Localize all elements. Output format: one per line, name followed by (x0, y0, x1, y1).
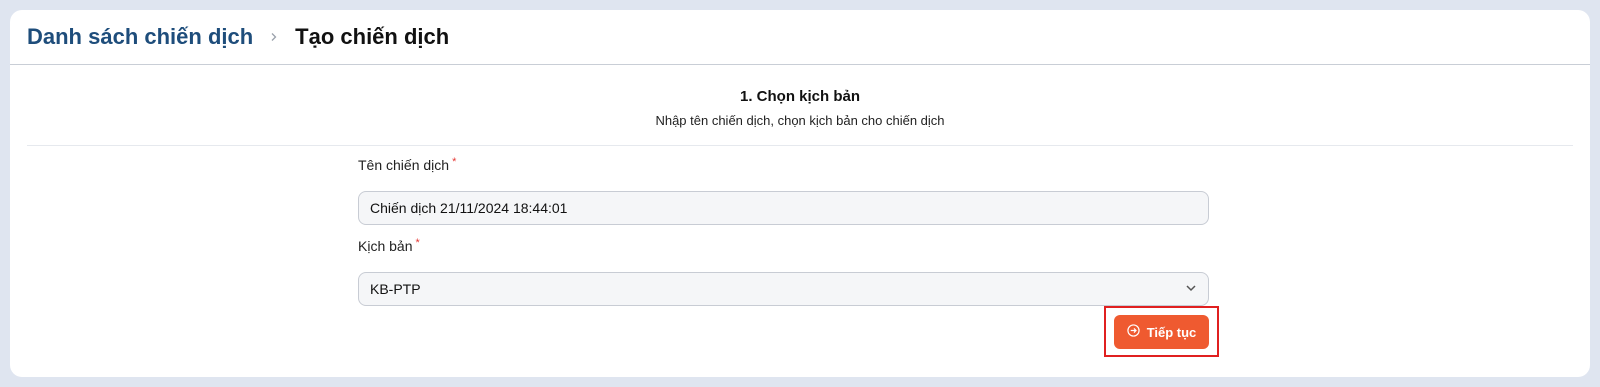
breadcrumb-current: Tạo chiến dịch (295, 24, 450, 49)
script-select[interactable]: KB-PTP (358, 272, 1209, 306)
campaign-form: Tên chiến dịch * Chiến dịch 21/11/2024 18… (358, 156, 1209, 306)
step-title: 1. Chọn kịch bản (739, 88, 860, 105)
breadcrumb-parent-link[interactable]: Danh sách chiến dịch (27, 24, 253, 50)
script-selected-value: KB-PTP (370, 281, 421, 297)
required-mark: * (452, 156, 457, 168)
chevron-right-icon (267, 30, 281, 44)
campaign-name-value: Chiến dịch 21/11/2024 18:44:01 (370, 200, 568, 216)
script-label: Kịch bản (358, 238, 413, 254)
chevron-down-icon (1185, 281, 1197, 297)
required-mark: * (415, 237, 420, 249)
main-card: Danh sách chiến dịch Tạo chiến dịch 1. C… (10, 10, 1590, 377)
script-field: Kịch bản * KB-PTP (358, 237, 1209, 306)
page-header: Danh sách chiến dịch Tạo chiến dịch (10, 10, 1590, 65)
campaign-name-field: Tên chiến dịch * Chiến dịch 21/11/2024 18… (358, 156, 1209, 225)
campaign-name-input[interactable]: Chiến dịch 21/11/2024 18:44:01 (358, 191, 1209, 225)
highlight-box (1104, 306, 1219, 357)
step-header: 1. Chọn kịch bản Nhập tên chiến dịch, ch… (27, 65, 1573, 146)
step-subtitle: Nhập tên chiến dịch, chọn kịch bản cho c… (655, 113, 945, 128)
campaign-name-label: Tên chiến dịch (358, 157, 450, 173)
